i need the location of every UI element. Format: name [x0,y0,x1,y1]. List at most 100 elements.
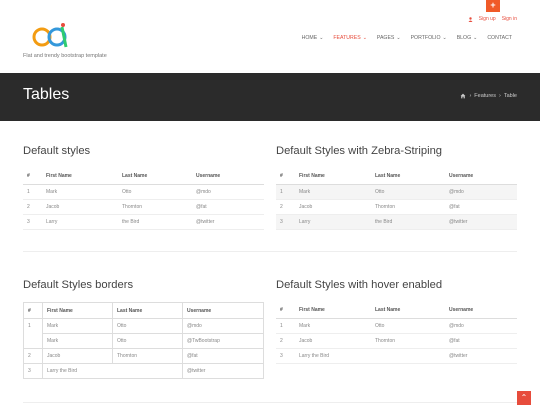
section-title-borders: Default Styles borders [23,279,134,291]
main-nav: HOME ⌄ FEATURES ⌄ PAGES ⌄ PORTFOLIO ⌄ BLOG ⌄ … [302,35,512,41]
table-cell: Mark [295,184,371,200]
section-title-default: Default styles [23,145,91,157]
table-cell: 3 [23,214,42,230]
table-cell: Otto [118,184,192,200]
table-cell: Otto [371,184,445,200]
hover-table: # First Name Last Name Username 1 Mark Ott… [276,302,517,364]
nav-pages[interactable]: PAGES ⌄ [377,35,401,41]
breadcrumb-current: Table [503,93,517,99]
column-header: # [276,168,295,185]
table-cell: @mdo [192,184,264,200]
column-header: First Name [295,302,371,319]
table-cell: @fat [445,199,517,215]
table-row: 2 Jacob Thornton @fat [23,199,264,215]
table-cell: @mdo [445,318,517,334]
section-title-hover: Default Styles with hover enabled [276,279,443,291]
bordered-table: # First Name Last Name Username 1 Mark Ott… [23,302,264,379]
table-cell: Mark [42,184,118,200]
table-cell: 3 [276,214,295,230]
table-cell: Thornton [118,199,192,215]
table-header-row: # First Name Last Name Username [276,168,517,185]
table-cell: @twitter [445,214,517,230]
chevron-down-icon: ⌄ [473,34,478,41]
table-cell: @fat [192,199,264,215]
column-header: First Name [42,168,118,185]
breadcrumb-separator: › [499,93,501,99]
nav-label: CONTACT [487,35,512,41]
user-icon [468,16,473,22]
table-cell: @TwBootstrap [182,333,264,349]
column-header: Last Name [112,302,183,319]
table-cell: the Bird [371,214,445,230]
table-header-row: # First Name Last Name Username [276,302,517,319]
nav-label: BLOG [456,35,472,41]
table-cell: Jacob [295,199,371,215]
chevron-down-icon: ⌄ [442,34,447,41]
column-header: # [23,302,43,319]
plus-button[interactable]: + [486,0,500,12]
table-cell: @fat [182,348,264,364]
nav-features[interactable]: FEATURES ⌄ [333,35,367,41]
table-cell: @fat [445,333,517,349]
table-cell: Jacob [295,333,371,349]
table-row: 3 Larry the Bird @twitter [23,363,264,379]
nav-home[interactable]: HOME ⌄ [302,35,324,41]
sign-up-link[interactable]: Sign up [479,16,496,22]
table-cell: Larry the Bird [42,363,183,379]
nav-blog[interactable]: BLOG ⌄ [457,35,478,41]
nav-label: FEATURES [333,35,361,41]
table-cell: Larry [42,214,118,230]
table-row: 1 Mark Otto @mdo [276,184,517,200]
table-cell: Mark [295,318,371,334]
chevron-down-icon: ⌄ [362,34,367,41]
table-row: 1 Mark Otto @mdo [23,184,264,200]
table-cell: 1 [23,184,42,200]
table-cell: Thornton [371,333,445,349]
nav-label: PORTFOLIO [410,35,441,41]
table-cell: Larry [295,214,371,230]
table-row: 2 Jacob Thornton @fat [276,199,517,215]
table-row: 3 Larry the Bird @twitter [23,214,264,230]
table-cell: Jacob [42,348,113,364]
nav-label: PAGES [376,35,395,41]
column-header: Username [445,302,517,319]
brand-logo[interactable] [32,22,76,50]
table-row[interactable]: 3 Larry the Bird @twitter [276,348,517,364]
table-header-row: # First Name Last Name Username [23,168,264,185]
column-header: Username [192,168,264,185]
column-header: First Name [42,302,113,319]
column-header: # [23,168,42,185]
section-divider [23,251,517,252]
table-cell: 3 [276,348,295,364]
column-header: Username [445,168,517,185]
nav-label: HOME [301,35,318,41]
table-cell: 2 [276,333,295,349]
zebra-table: # First Name Last Name Username 1 Mark Ott… [276,168,517,230]
page-banner: Tables › Features › Table [0,73,540,121]
table-cell: 2 [23,199,42,215]
table-row[interactable]: 1 Mark Otto @mdo [276,318,517,334]
table-cell: the Bird [118,214,192,230]
column-header: First Name [295,168,371,185]
table-cell: 3 [23,363,43,379]
sign-in-link[interactable]: Sign in [502,16,517,22]
default-table: # First Name Last Name Username 1 Mark Ott… [23,168,264,230]
nav-contact[interactable]: CONTACT [487,35,512,41]
column-header: Last Name [371,168,445,185]
home-icon[interactable] [460,93,466,99]
column-header: Username [182,302,264,319]
table-cell: @twitter [445,348,517,364]
auth-links: Sign up Sign in [468,16,517,22]
nav-portfolio[interactable]: PORTFOLIO ⌄ [411,35,447,41]
table-cell: Otto [112,318,183,334]
chevron-down-icon: ⌄ [319,34,324,41]
table-cell: Mark [42,318,113,334]
chevron-up-icon[interactable]: ⌃ [517,391,531,405]
table-cell: @twitter [192,214,264,230]
section-title-zebra: Default Styles with Zebra-Striping [276,145,443,157]
breadcrumb-separator: › [469,93,472,99]
breadcrumb: › Features › Table [460,93,517,99]
table-row[interactable]: 2 Jacob Thornton @fat [276,333,517,349]
breadcrumb-features[interactable]: Features [474,93,496,99]
table-cell: 2 [23,348,43,364]
